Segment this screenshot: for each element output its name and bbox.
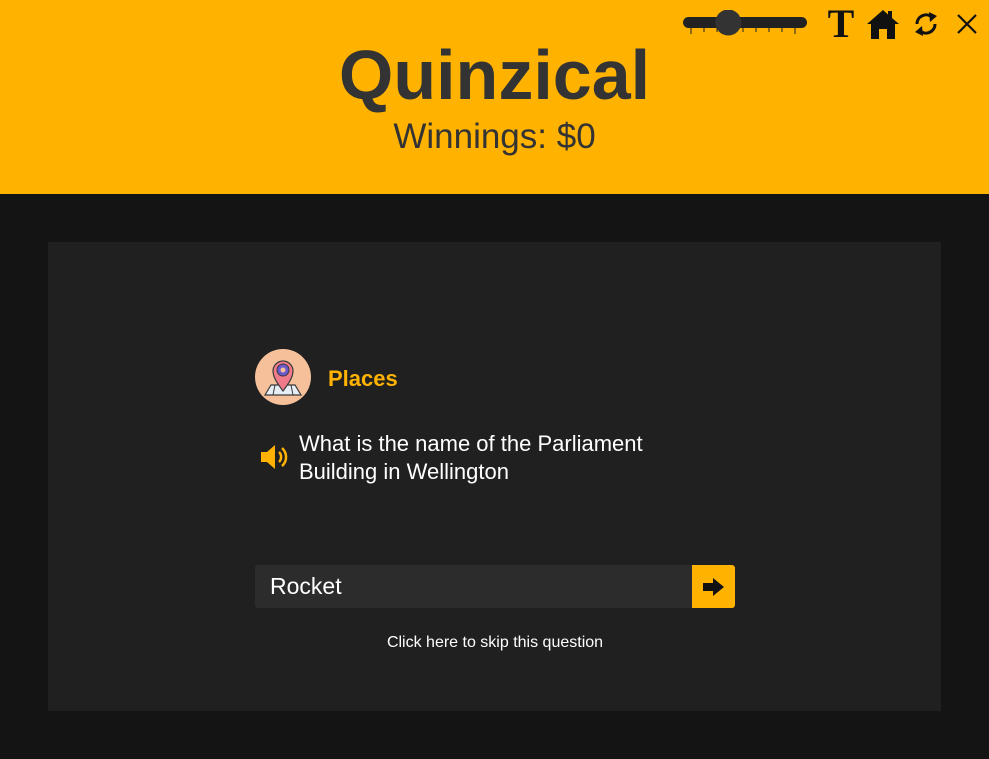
slider-thumb[interactable] [715, 9, 742, 36]
question-text: What is the name of the Parliament Build… [299, 431, 643, 484]
answer-input[interactable] [255, 565, 692, 608]
text-size-button[interactable]: T [822, 4, 860, 44]
refresh-icon [915, 12, 937, 36]
slider-track [683, 9, 807, 36]
close-icon [957, 14, 977, 34]
app-title: Quinzical [338, 36, 651, 114]
home-icon [867, 10, 899, 39]
question-card: Places What is the name of the Parliamen… [48, 242, 941, 711]
category-label: Places [328, 366, 398, 391]
winnings-label: Winnings: $0 [393, 117, 596, 156]
close-button[interactable] [948, 4, 986, 44]
home-button[interactable] [864, 4, 902, 44]
header-bar: Quinzical Winnings: $0 T [0, 0, 989, 194]
submit-button[interactable] [692, 565, 735, 608]
main-area: Places What is the name of the Parliamen… [0, 194, 989, 759]
volume-slider[interactable] [683, 9, 807, 38]
map-pin-icon [255, 349, 311, 405]
arrow-right-icon [702, 577, 724, 596]
speaker-icon [261, 445, 288, 469]
speaker-button[interactable] [258, 442, 294, 472]
refresh-button[interactable] [907, 4, 945, 44]
skip-question-link[interactable]: Click here to skip this question [255, 634, 735, 652]
text-size-icon: T [827, 1, 855, 46]
